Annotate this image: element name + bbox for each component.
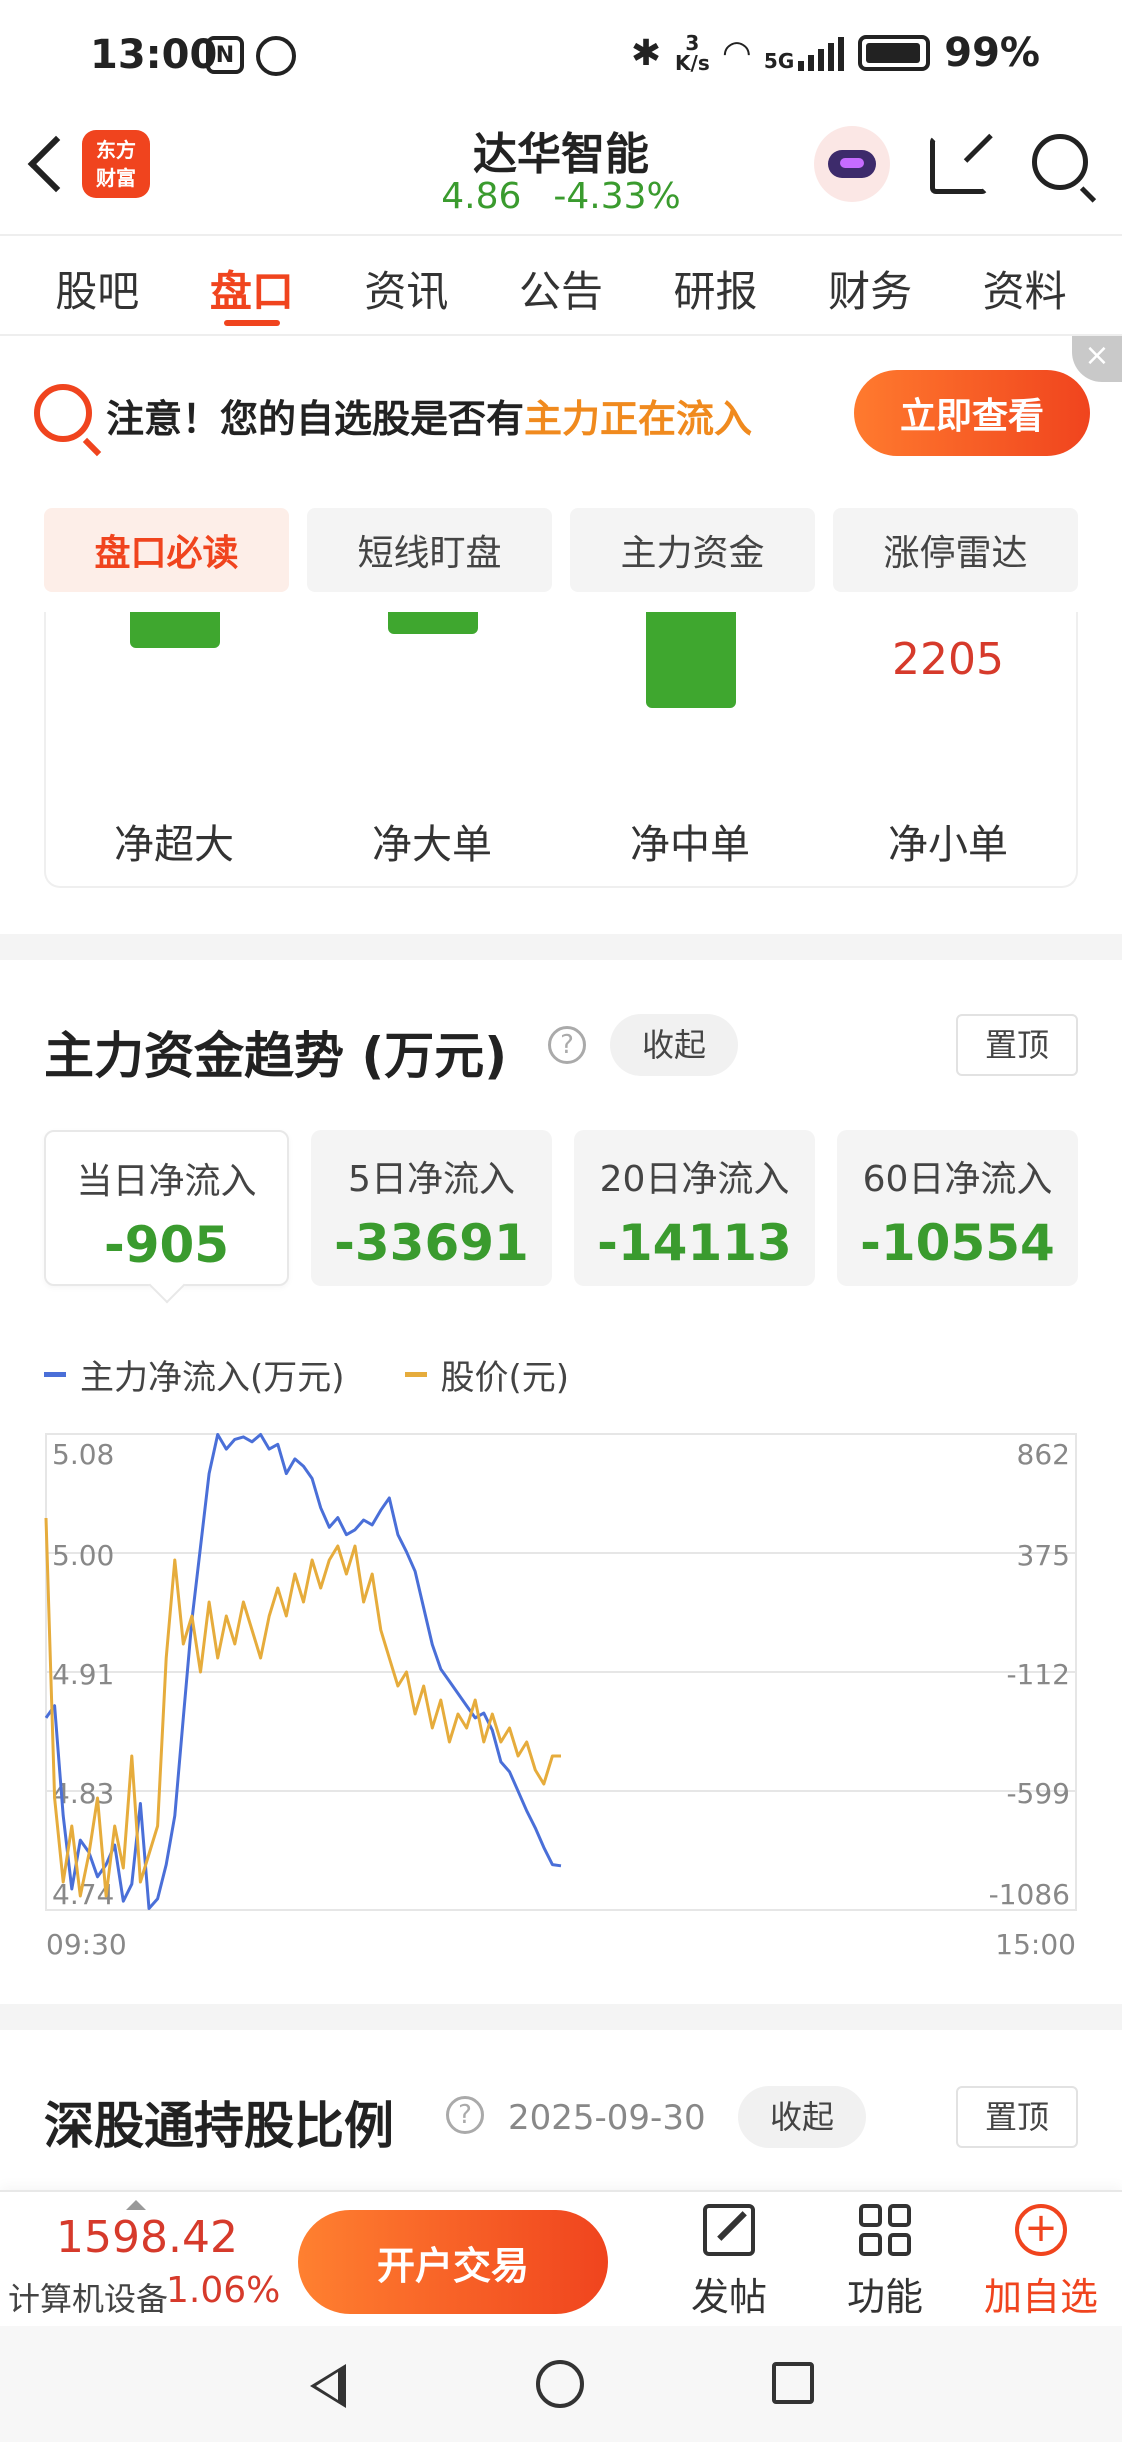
status-bar: 13:00 N ✱ 3 K/s ◠ 5G 99% [0,0,1122,118]
nav-home-icon[interactable] [536,2360,584,2408]
price-line [44,1517,561,1898]
tab-announcements[interactable]: 公告 [519,236,603,334]
subtab-pankou-must-read[interactable]: 盘口必读 [44,508,289,592]
close-icon[interactable]: × [1072,336,1122,382]
trend-chart: 5.08 8625.00 3754.91 -1124.83 -5994.74 -10860… [44,1433,1077,1961]
stock-price: 4.86 [441,176,522,217]
tab-research[interactable]: 研报 [674,236,758,334]
tab-guba[interactable]: 股吧 [55,236,139,334]
system-nav-bar [0,2326,1122,2442]
assistant-robot-icon[interactable] [814,126,890,202]
legend-net-inflow: 主力净流入(万元) [44,1350,345,1399]
net-medium-bar [646,612,736,708]
status-left-icons: N [206,36,296,76]
plus-circle-icon: + [1015,2204,1067,2256]
subtab-main-funds[interactable]: 主力资金 [570,508,815,592]
trend-pin-button[interactable]: 置顶 [956,1014,1078,1076]
sub-tabs: 盘口必读 短线盯盘 主力资金 涨停雷达 [44,508,1078,592]
subtab-limit-up-radar[interactable]: 涨停雷达 [833,508,1078,592]
flow-5day[interactable]: 5日净流入 -33691 [311,1130,552,1286]
edit-icon [703,2204,755,2256]
function-button[interactable]: 功能 [820,2204,950,2321]
chart-legend: 主力净流入(万元) 股价(元) [44,1350,569,1399]
flow-today[interactable]: 当日净流入 -905 [44,1130,289,1286]
help-icon[interactable]: ? [548,1026,586,1064]
legend-swatch-orange [404,1372,427,1377]
section-separator-2 [0,2004,1122,2030]
tab-profile[interactable]: 资料 [983,236,1067,334]
nav-back-icon[interactable] [310,2364,346,2408]
left-tick-label: 5.08 [52,1438,114,1471]
subtab-short-term[interactable]: 短线盯盘 [307,508,552,592]
net-speed: 3 K/s [675,31,710,75]
net-large-bar [388,612,478,634]
stock-header: 东方 财富 达华智能 4.86 -4.33% [0,110,1122,234]
share-icon[interactable] [930,136,988,194]
trend-collapse-button[interactable]: 收起 [610,1014,739,1076]
battery-icon [858,35,931,71]
bluetooth-icon: ✱ [630,32,662,74]
trend-title: 主力资金趋势 (万元) [44,1027,508,1085]
notice-banner: 注意！您的自选股是否有主力正在流入 立即查看 × [0,336,1122,482]
signal-icon: 5G [764,35,845,71]
sector-index-name[interactable]: 计算机设备 [8,2274,168,2320]
legend-swatch-blue [44,1372,66,1377]
notice-highlight: 主力正在流入 [524,397,753,441]
notice-text: 注意！您的自选股是否有主力正在流入 [106,397,753,441]
legend-price: 股价(元) [404,1350,569,1399]
x-tick-label: 15:00 [995,1928,1076,1961]
net-flow-bar-card: 2205 净超大 净大单 净中单 净小单 [44,612,1078,888]
status-right-icons: ✱ 3 K/s ◠ 5G 99% [631,30,1040,76]
search-trend-icon [34,384,92,442]
net-inflow-selector: 当日净流入 -905 5日净流入 -33691 20日净流入 -14113 60… [44,1130,1078,1286]
right-tick-label: 862 [1017,1438,1070,1471]
main-tabs: 股吧 盘口 资讯 公告 研报 财务 资料 [0,234,1122,336]
alarm-icon [256,36,296,76]
net-small-value: 2205 [892,634,1004,685]
wifi-icon: ◠ [723,33,750,73]
flow-20day[interactable]: 20日净流入 -14113 [574,1130,815,1286]
grid-icon [859,2204,911,2256]
post-button[interactable]: 发帖 [664,2204,794,2321]
net-super-large-bar [130,612,220,648]
hk-date: 2025-09-30 [508,2098,706,2138]
search-icon[interactable] [1032,134,1088,190]
net-large-label: 净大单 [372,822,492,868]
tab-pankou[interactable]: 盘口 [210,236,294,334]
net-medium-label: 净中单 [630,822,750,868]
right-tick-label: 375 [1017,1539,1070,1572]
right-tick-label: -599 [1006,1777,1070,1810]
nfc-icon: N [206,36,244,74]
stock-change-pct: -4.33% [553,176,681,217]
hk-collapse-button[interactable]: 收起 [738,2086,867,2148]
left-tick-label: 4.91 [52,1658,114,1691]
sector-index-value[interactable]: 1598.42 [56,2212,238,2263]
hk-pin-button[interactable]: 置顶 [956,2086,1078,2148]
open-account-trade-button[interactable]: 开户交易 [298,2210,608,2314]
flow-60day[interactable]: 60日净流入 -10554 [837,1130,1078,1286]
left-tick-label: 5.00 [52,1539,114,1572]
right-tick-label: -112 [1006,1658,1070,1691]
expand-arrow-icon[interactable] [126,2200,146,2210]
net-super-large-label: 净超大 [114,822,234,868]
view-now-button[interactable]: 立即查看 [854,370,1090,456]
tab-finance[interactable]: 财务 [828,236,912,334]
bottom-action-bar: 1598.42 计算机设备 1.06% 开户交易 发帖 功能 + 加自选 [0,2190,1122,2326]
battery-text: 99% [944,30,1040,76]
x-tick-label: 09:30 [46,1928,127,1961]
add-watchlist-button[interactable]: + 加自选 [976,2204,1106,2321]
section-separator [0,934,1122,960]
tab-news[interactable]: 资讯 [364,236,448,334]
sector-index-pct[interactable]: 1.06% [166,2270,280,2311]
nav-recent-icon[interactable] [772,2362,814,2404]
status-time: 13:00 [90,32,218,78]
net-small-label: 净小单 [888,822,1008,868]
hk-help-icon[interactable]: ? [446,2096,484,2134]
right-tick-label: -1086 [989,1878,1070,1911]
hk-title: 深股通持股比例 [44,2097,394,2155]
